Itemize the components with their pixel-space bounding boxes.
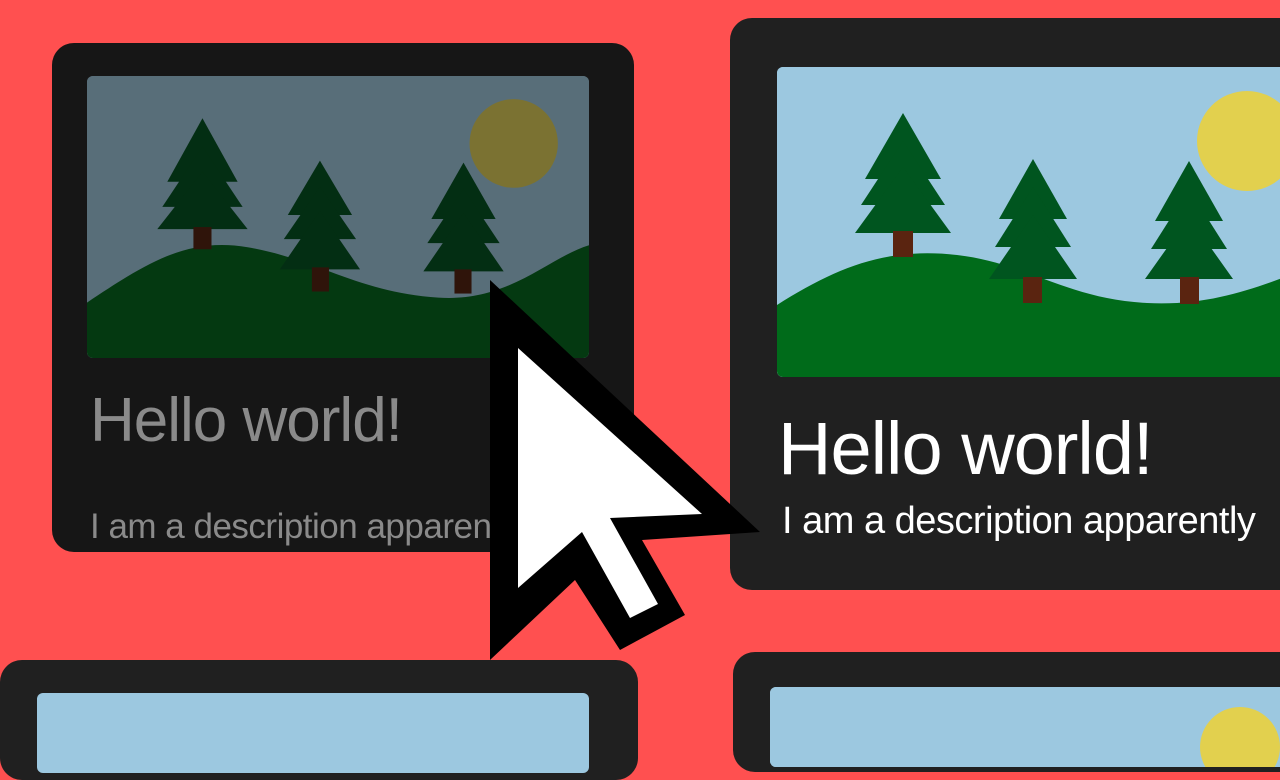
card-title: Hello world! [778,407,1154,490]
landscape-thumbnail [770,687,1280,767]
card-bottom-left[interactable] [0,660,638,780]
card-title: Hello world! [90,386,403,455]
landscape-thumbnail [777,67,1280,377]
card-description: I am a description apparently [90,507,525,546]
card-bottom-right[interactable] [733,652,1280,772]
card-description: I am a description apparently [782,500,1256,542]
landscape-image-icon [770,687,1280,767]
mouse-pointer-icon [490,280,760,660]
card-hello-world-right[interactable]: Hello world! I am a description apparent… [730,18,1280,590]
landscape-thumbnail [37,693,589,773]
landscape-image-icon [777,67,1280,377]
